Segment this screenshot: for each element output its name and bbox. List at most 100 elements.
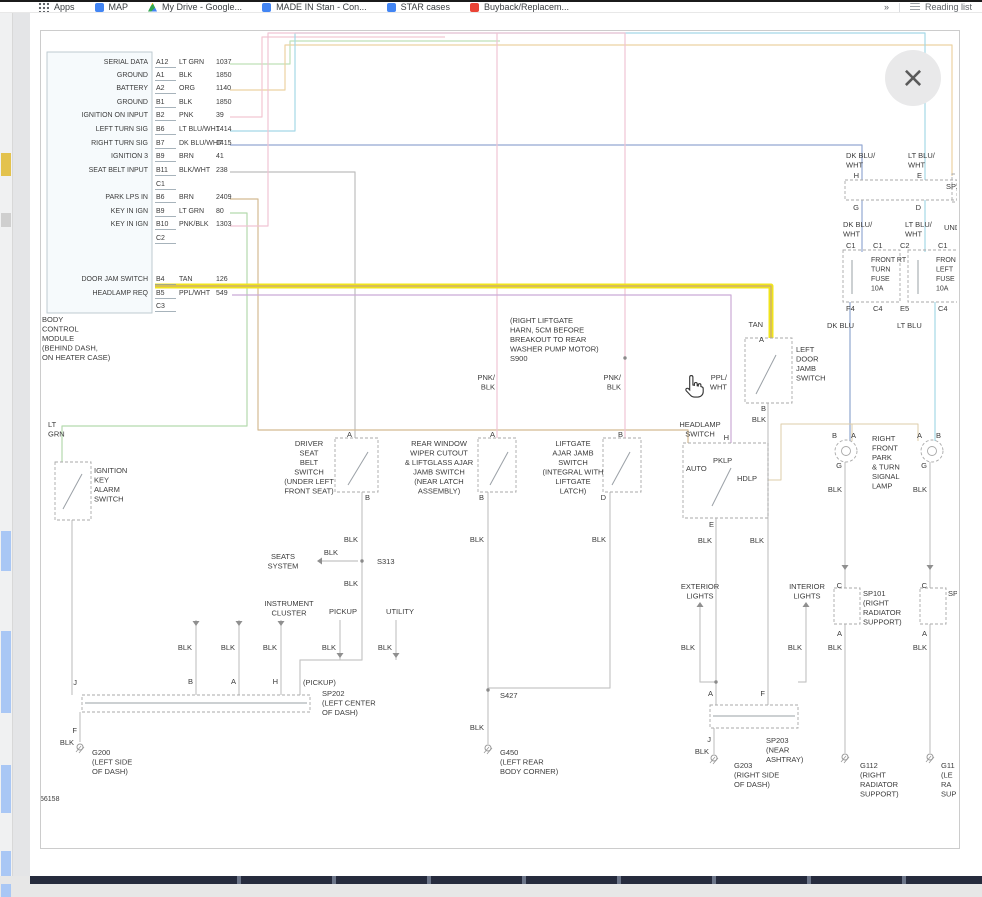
taskbar-segments <box>30 876 982 884</box>
reading-list-button[interactable]: Reading list <box>910 2 972 12</box>
wire-ignition-pnk <box>230 37 445 117</box>
blk-col-b: BLK <box>178 643 192 652</box>
bcm-circuit-number: 549 <box>216 290 228 297</box>
taskbar-gap <box>237 876 241 884</box>
bcm-pin: B7 <box>156 140 165 147</box>
bcm-wire-color: BLK <box>179 99 193 106</box>
instrument-cluster-label: INSTRUMENTCLUSTER <box>264 599 314 618</box>
bcm-pin: A2 <box>156 85 165 92</box>
bcm-pin: B10 <box>156 221 169 228</box>
sp202-terminal-b: B <box>188 677 193 686</box>
left-edge-scroll-strip[interactable] <box>0 13 13 884</box>
wire-keyign-pnkblk <box>230 33 625 438</box>
conn-terminal-d: D <box>916 203 922 212</box>
bcm-circuit-number: 39 <box>216 112 224 119</box>
bookmark-items: Apps MAP My Drive - Google... MADE IN Stan … <box>38 2 569 13</box>
bcm-signal: GROUND <box>117 72 148 79</box>
bcm-wire-color: LT GRN <box>179 59 204 66</box>
seats-system-label: SEATSSYSTEM <box>268 552 299 571</box>
conn-terminal-g: G <box>853 203 859 212</box>
fuse-rt-turn-label: FRONT RTTURNFUSE10A <box>871 257 907 293</box>
arrow-down <box>927 565 934 570</box>
bcm-signal: IGNITION ON INPUT <box>82 112 149 119</box>
liftgate-ajar-switch-label: LIFTGATEAJAR JAMBSWITCH(INTEGRAL WITHLIF… <box>543 439 604 496</box>
bookmark-star-cases[interactable]: STAR cases <box>387 2 450 12</box>
wiper-terminal-a: A <box>490 430 495 439</box>
lt-blu-label: LT BLU <box>897 321 922 330</box>
lamp-terminal-b1: B <box>832 431 837 440</box>
bookmark-buyback-replacem-[interactable]: Buyback/Replacem... <box>470 2 569 12</box>
seatbelt-terminal-b: B <box>365 493 370 502</box>
bcm-wire-color: BLK <box>179 72 193 79</box>
liftgate-terminal-d: D <box>601 493 607 502</box>
pin-e5: E5 <box>900 304 909 313</box>
overflow-chevron-icon[interactable]: » <box>884 2 889 12</box>
bcm-pin: C1 <box>156 181 165 188</box>
blk-headlamp: BLK <box>698 536 712 545</box>
pin-c2: C2 <box>900 241 910 250</box>
taskbar-strip[interactable] <box>0 876 982 884</box>
pnk-blk-label-1: PNK/BLK <box>477 373 495 392</box>
star-icon <box>387 3 396 12</box>
bcm-circuit-number: 41 <box>216 153 224 160</box>
bookmark-map[interactable]: MAP <box>95 2 129 12</box>
liftgate-terminal-b: B <box>618 430 623 439</box>
bookmark-made-in-stan-con-[interactable]: MADE IN Stan - Con... <box>262 2 367 12</box>
arrow-up <box>803 602 810 607</box>
under-label: UNDER <box>944 223 971 232</box>
bookmark-apps[interactable]: Apps <box>38 2 75 13</box>
pin-c4a: C4 <box>873 304 883 313</box>
arrow-down <box>842 565 849 570</box>
wire-seatbelt-gnd <box>300 492 362 695</box>
ignition-key-alarm-switch-label: IGNITIONKEYALARMSWITCH <box>94 466 127 504</box>
dk-blu-wht-mid: DK BLU/WHT <box>843 220 873 239</box>
bcm-pin: B9 <box>156 153 165 160</box>
headlamp-pklp: PKLP <box>713 456 732 465</box>
bcm-circuit-number: 1037 <box>216 59 232 66</box>
bcm-circuit-number: 1850 <box>216 72 232 79</box>
close-button[interactable]: × <box>885 50 941 106</box>
splice-dot <box>714 680 717 683</box>
edge-mark <box>1 851 11 897</box>
bcm-signal: BATTERY <box>116 85 148 92</box>
wiper-terminal-b: B <box>479 493 484 502</box>
bcm-signal: SERIAL DATA <box>104 59 149 66</box>
splice-dot <box>486 688 489 691</box>
utility-label: UTILITY <box>386 607 414 616</box>
headlamp-switch-label: HEADLAMPSWITCH <box>679 420 720 439</box>
fuse-left-label: FRONLEFTFUSE10A <box>936 257 956 293</box>
jamb-blk-label: BLK <box>752 415 766 424</box>
arrow-down <box>337 653 344 658</box>
bcm-pin: B11 <box>156 167 168 174</box>
wire-headlampreq-pplwht <box>232 295 731 443</box>
bcm-signal: KEY IN IGN <box>111 208 148 215</box>
figure-number: 56158 <box>40 796 60 803</box>
blk-jamb-col: BLK <box>750 536 764 545</box>
taskbar-gap <box>427 876 431 884</box>
lamp-terminal-g2: G <box>921 461 927 470</box>
blk-seatbelt: BLK <box>344 535 358 544</box>
s900-note: (RIGHT LIFTGATEHARN, 5CM BEFOREBREAKOUT … <box>510 316 599 363</box>
blk-interior: BLK <box>788 643 802 652</box>
bcm-signal: PARK LPS IN <box>105 194 148 201</box>
bcm-signal: KEY IN IGN <box>111 221 148 228</box>
right-front-park-turn-lamp-symbol <box>835 440 857 462</box>
lamp-terminal-a2: A <box>917 431 922 440</box>
bcm-circuit-number: 2409 <box>216 194 232 201</box>
wire-right-turn-dkbluwht <box>230 145 862 180</box>
bookmark-my-drive-google-[interactable]: My Drive - Google... <box>148 2 242 12</box>
edge-mark <box>1 631 11 713</box>
wire-left-turn-ltbluwht <box>230 33 925 180</box>
wiring-diagram[interactable]: SERIAL DATAA12LT GRN1037GROUNDA1BLK1850B… <box>0 0 982 884</box>
bcm-pin: B9 <box>156 208 165 215</box>
dk-blu-wht-top: DK BLU/WHT <box>846 151 876 170</box>
bookmark-label: MAP <box>109 2 129 12</box>
bcm-wire-color: ORG <box>179 85 195 92</box>
sp2-label: SP2 <box>946 182 960 191</box>
bcm-pin: B6 <box>156 126 165 133</box>
right-front-park-turn-lamp-symbol-filament <box>842 447 851 456</box>
sp101-box-right <box>920 588 946 624</box>
liftgate-switch-box <box>603 438 641 492</box>
bcm-pin: C3 <box>156 303 165 310</box>
lt-blu-wht-mid: LT BLU/WHT <box>905 220 933 239</box>
